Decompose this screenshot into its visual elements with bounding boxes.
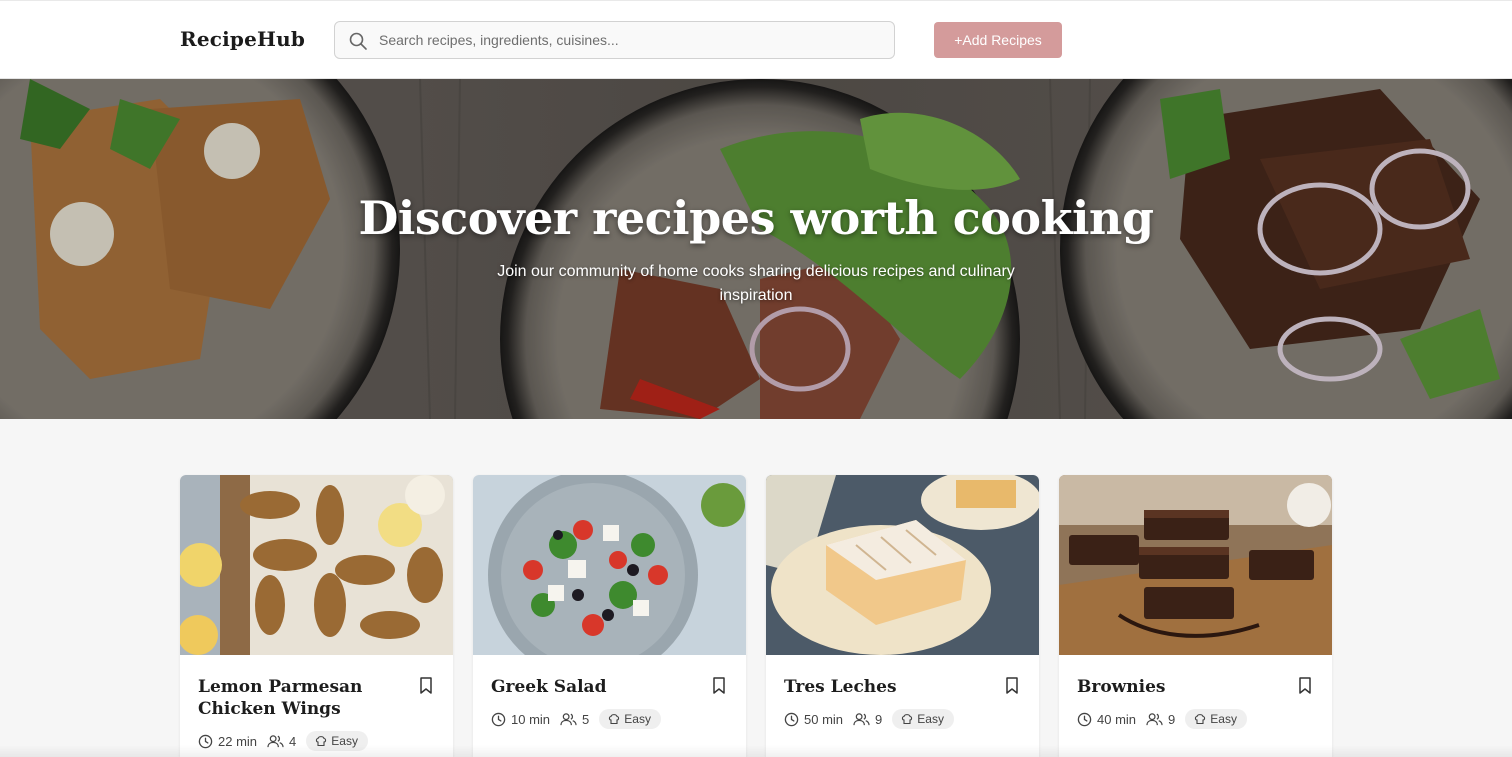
- search-input[interactable]: [379, 22, 884, 58]
- recipe-title[interactable]: Lemon Parmesan Chicken Wings: [198, 676, 408, 720]
- recipe-title[interactable]: Greek Salad: [491, 676, 701, 698]
- bottom-shadow: [0, 745, 1512, 757]
- recipe-title[interactable]: Tres Leches: [784, 676, 994, 698]
- difficulty-badge: Easy: [1185, 709, 1247, 729]
- recipe-image[interactable]: [473, 475, 746, 655]
- recipe-meta: 50 min 9 Easy: [784, 709, 954, 729]
- bookmark-icon[interactable]: [419, 677, 433, 695]
- bookmark-icon[interactable]: [712, 677, 726, 695]
- users-icon: [853, 712, 870, 725]
- clock-icon: [1077, 712, 1092, 726]
- recipe-image[interactable]: [1059, 475, 1332, 655]
- recipe-card[interactable]: Greek Salad 10 min 5 Easy: [473, 475, 746, 757]
- chef-hat-icon: [609, 714, 620, 725]
- logo[interactable]: RecipeHub: [180, 27, 305, 51]
- clock-icon: [784, 712, 799, 726]
- search-icon: [349, 32, 367, 50]
- recipe-image[interactable]: [766, 475, 1039, 655]
- bookmark-icon[interactable]: [1298, 677, 1312, 695]
- users-icon: [1146, 712, 1163, 725]
- servings: 9: [1146, 712, 1175, 727]
- bookmark-icon[interactable]: [1005, 677, 1019, 695]
- hero-subtitle: Join our community of home cooks sharing…: [497, 263, 1015, 304]
- hero-banner: Discover recipes worth cooking Join our …: [0, 79, 1512, 419]
- servings: 9: [853, 712, 882, 727]
- recipe-image[interactable]: [180, 475, 453, 655]
- recipe-meta: 40 min 9 Easy: [1077, 709, 1247, 729]
- recipe-title[interactable]: Brownies: [1077, 676, 1287, 698]
- cook-time: 50 min: [784, 712, 843, 727]
- hero-title: Discover recipes worth cooking: [358, 191, 1154, 245]
- chef-hat-icon: [1195, 714, 1206, 725]
- recipe-card[interactable]: Tres Leches 50 min 9 Easy: [766, 475, 1039, 757]
- cook-time: 40 min: [1077, 712, 1136, 727]
- recipe-meta: 10 min 5 Easy: [491, 709, 661, 729]
- chef-hat-icon: [902, 714, 913, 725]
- add-recipes-button[interactable]: +Add Recipes: [934, 22, 1062, 58]
- cook-time: 10 min: [491, 712, 550, 727]
- recipe-card[interactable]: Lemon Parmesan Chicken Wings 22 min 4 Ea…: [180, 475, 453, 757]
- search-bar[interactable]: [334, 21, 895, 59]
- servings: 5: [560, 712, 589, 727]
- hero-overlay: [0, 79, 1512, 419]
- difficulty-badge: Easy: [599, 709, 661, 729]
- users-icon: [560, 712, 577, 725]
- top-header: RecipeHub +Add Recipes: [0, 0, 1512, 79]
- clock-icon: [491, 712, 506, 726]
- difficulty-badge: Easy: [892, 709, 954, 729]
- recipe-card[interactable]: Brownies 40 min 9 Easy: [1059, 475, 1332, 757]
